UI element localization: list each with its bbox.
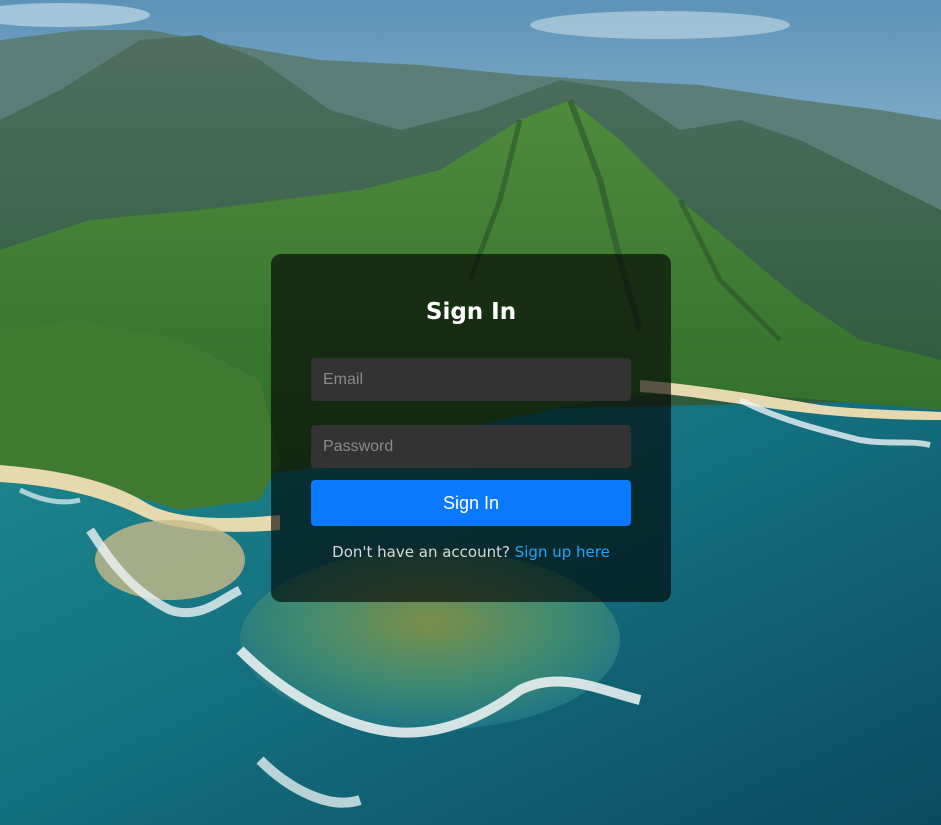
password-input[interactable]	[311, 425, 631, 468]
email-input[interactable]	[311, 358, 631, 401]
signup-link[interactable]: Sign up here	[515, 543, 610, 561]
signup-prompt: Don't have an account? Sign up here	[271, 542, 671, 562]
signup-prompt-text: Don't have an account?	[332, 543, 510, 561]
signin-card: Sign In Sign In Don't have an account? S…	[271, 254, 671, 602]
signin-title: Sign In	[425, 299, 517, 325]
signin-button[interactable]: Sign In	[311, 480, 631, 526]
